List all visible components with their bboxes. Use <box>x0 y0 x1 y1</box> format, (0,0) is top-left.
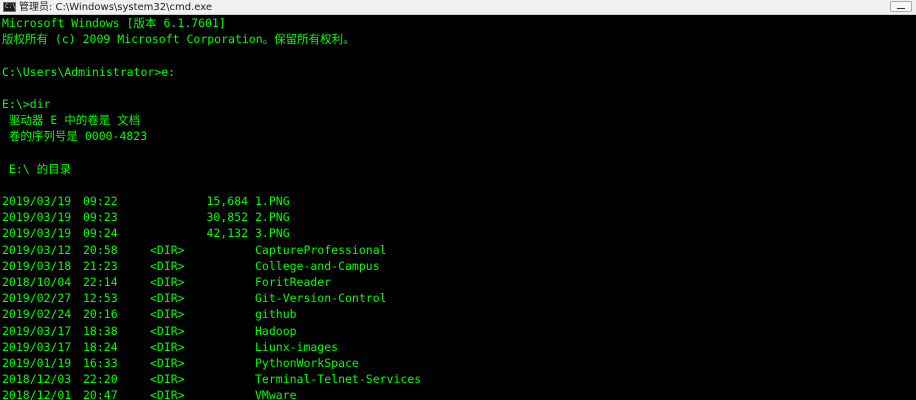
dir-entry-row: 2018/12/03 22:20 <DIR> Terminal-Telnet-S… <box>0 371 916 387</box>
entry-date: 2018/12/03 <box>2 372 72 387</box>
entry-dir-marker: <DIR> <box>150 307 185 322</box>
entry-name: Terminal-Telnet-Services <box>255 372 422 387</box>
entry-size: 30,852 <box>206 210 248 225</box>
entry-date: 2018/10/04 <box>2 275 72 289</box>
entry-date: 2019/03/19 <box>2 210 72 225</box>
console-line: 驱动器 E 中的卷是 文档 <box>2 113 141 128</box>
entry-dir-marker: <DIR> <box>150 242 185 257</box>
entry-name: Hadoop <box>255 323 297 338</box>
entry-date: 2019/02/24 <box>2 307 72 322</box>
entry-name: 2.PNG <box>255 210 290 225</box>
console-line: 版权所有 (c) 2009 Microsoft Corporation。保留所有… <box>2 32 355 47</box>
entry-date: 2019/03/19 <box>2 194 72 209</box>
entry-name: VMware <box>255 388 297 400</box>
console-line: E:\>dir <box>2 96 51 111</box>
entry-time: 22:20 <box>83 372 118 387</box>
entry-time: 18:24 <box>83 339 118 354</box>
entry-time: 20:58 <box>83 242 118 257</box>
dir-entry-row: 2019/03/12 20:58 <DIR> CaptureProfession… <box>0 242 916 258</box>
entry-time: 16:33 <box>83 355 118 370</box>
console-line: C:\Users\Administrator>e: <box>2 64 176 79</box>
entry-date: 2019/01/19 <box>2 355 72 370</box>
entry-time: 09:24 <box>83 226 118 241</box>
window-title: 管理员: C:\Windows\system32\cmd.exe <box>19 2 213 13</box>
entry-dir-marker: <DIR> <box>150 388 185 400</box>
entry-time: 20:16 <box>83 307 118 322</box>
entry-name: Liunx-images <box>255 339 339 354</box>
entry-name: College-and-Campus <box>255 258 380 273</box>
console-line: 卷的序列号是 0000-4823 <box>2 129 148 144</box>
entry-date: 2019/03/12 <box>2 242 72 257</box>
entry-date: 2019/02/27 <box>2 291 72 306</box>
entry-size: 15,684 <box>206 194 248 209</box>
dir-entry-row: 2018/10/04 22:14 <DIR> ForitReader <box>0 274 916 290</box>
dir-entry-row: 2019/03/17 18:24 <DIR> Liunx-images <box>0 339 916 355</box>
title-bar[interactable]: C:\ 管理员: C:\Windows\system32\cmd.exe <box>0 0 916 15</box>
dir-entry-row: 2019/03/17 18:38 <DIR> Hadoop <box>0 323 916 339</box>
entry-time: 09:23 <box>83 210 118 225</box>
entry-name: github <box>255 307 297 322</box>
entry-name: 3.PNG <box>255 226 290 241</box>
entry-date: 2018/12/01 <box>2 388 72 400</box>
entry-time: 18:38 <box>83 323 118 338</box>
dir-entry-row: 2019/03/19 09:24 42,132 3.PNG <box>0 225 916 241</box>
entry-date: 2019/03/17 <box>2 323 72 338</box>
console-line: E:\ 的目录 <box>2 161 72 176</box>
entry-date: 2019/03/17 <box>2 339 72 354</box>
entry-time: 20:47 <box>83 388 118 400</box>
entry-dir-marker: <DIR> <box>150 323 185 338</box>
entry-date: 2019/03/18 <box>2 258 72 273</box>
entry-name: 1.PNG <box>255 194 290 209</box>
dir-entry-row: 2019/01/19 16:33 <DIR> PythonWorkSpace <box>0 355 916 371</box>
entry-dir-marker: <DIR> <box>150 339 185 354</box>
entry-name: PythonWorkSpace <box>255 355 359 370</box>
entry-dir-marker: <DIR> <box>150 258 185 273</box>
dir-entry-row: 2019/03/18 21:23 <DIR> College-and-Campu… <box>0 258 916 274</box>
entry-time: 09:22 <box>83 194 118 209</box>
dir-entry-row: 2018/12/01 20:47 <DIR> VMware <box>0 387 916 400</box>
dir-entry-row: 2019/03/19 09:23 30,852 2.PNG <box>0 209 916 225</box>
entry-dir-marker: <DIR> <box>150 372 185 387</box>
entry-dir-marker: <DIR> <box>150 275 185 289</box>
entry-dir-marker: <DIR> <box>150 291 185 306</box>
entry-size: 42,132 <box>206 226 248 241</box>
entry-dir-marker: <DIR> <box>150 355 185 370</box>
dir-entry-row: 2019/03/19 09:22 15,684 1.PNG <box>0 193 916 209</box>
entry-date: 2019/03/19 <box>2 226 72 241</box>
entry-name: ForitReader <box>255 275 332 289</box>
cmd-icon: C:\ <box>3 2 16 12</box>
minimize-button[interactable] <box>890 1 912 12</box>
console-line: Microsoft Windows [版本 6.1.7601] <box>2 16 226 30</box>
entry-time: 21:23 <box>83 258 118 273</box>
dir-entry-row: 2019/02/27 12:53 <DIR> Git-Version-Contr… <box>0 290 916 306</box>
entry-name: CaptureProfessional <box>255 242 387 257</box>
entry-name: Git-Version-Control <box>255 291 387 306</box>
entry-time: 22:14 <box>83 275 118 289</box>
console-output[interactable]: Microsoft Windows [版本 6.1.7601] 版权所有 (c)… <box>0 15 916 400</box>
entry-time: 12:53 <box>83 291 118 306</box>
dir-entry-row: 2019/02/24 20:16 <DIR> github <box>0 306 916 322</box>
